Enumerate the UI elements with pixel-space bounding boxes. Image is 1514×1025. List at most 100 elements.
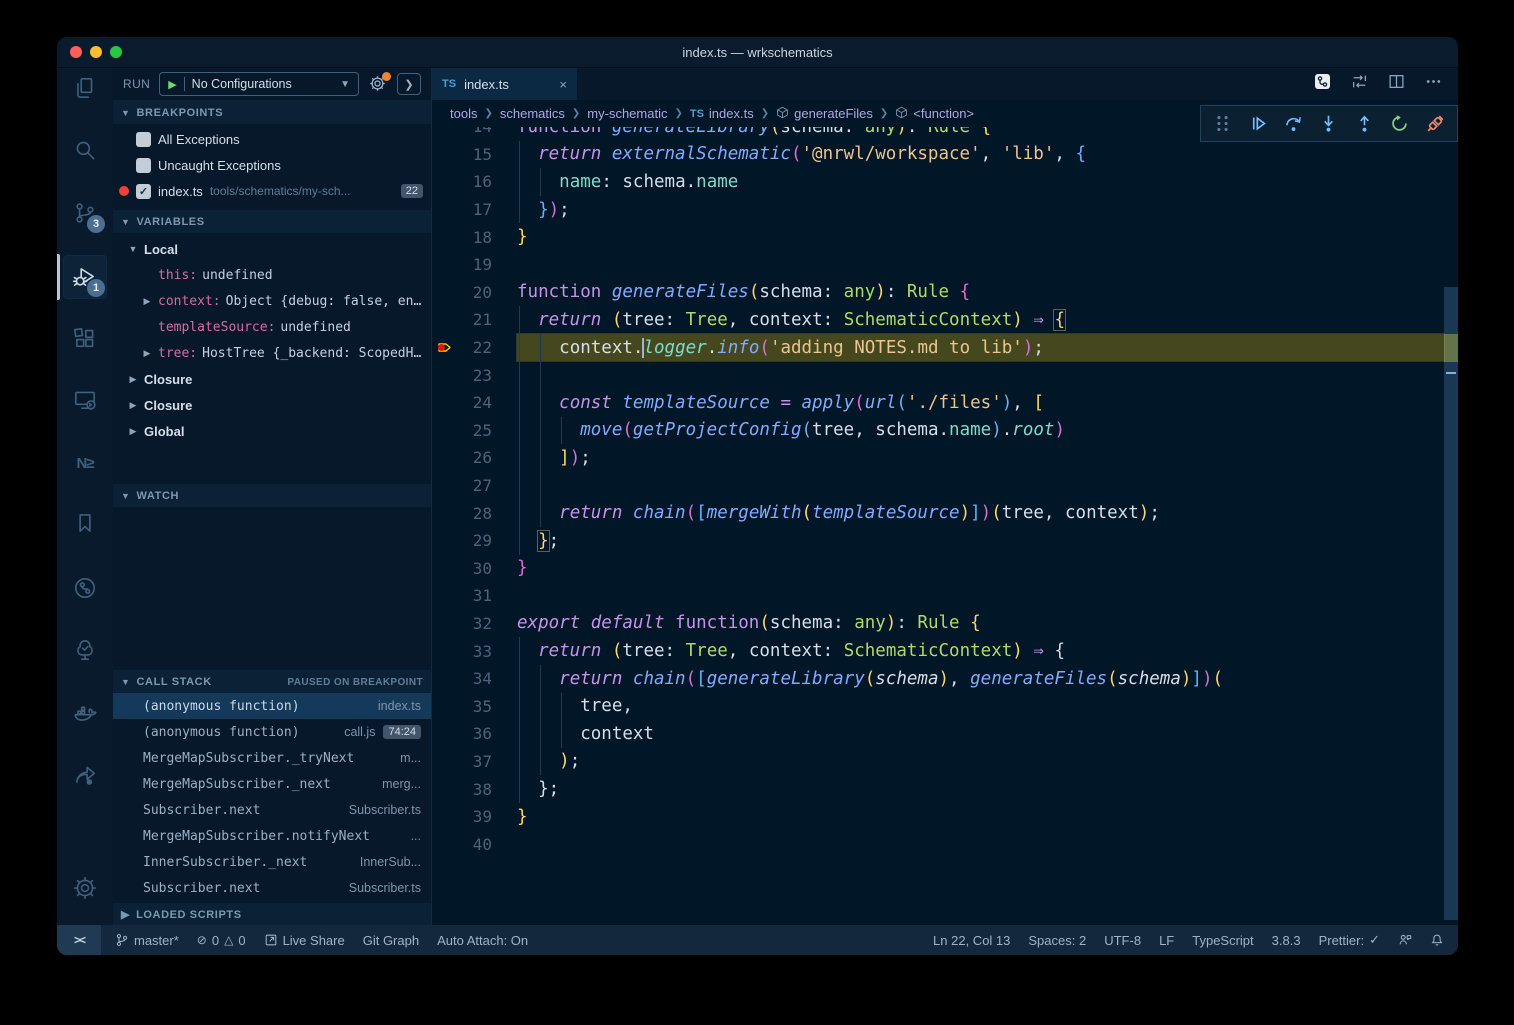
code-line[interactable]: 28 return chain([mergeWith(templateSourc… xyxy=(432,499,1458,527)
watch-section-header[interactable]: ▼ WATCH xyxy=(113,484,431,507)
code-line[interactable]: 31 xyxy=(432,582,1458,610)
code-line[interactable]: 37 ); xyxy=(432,748,1458,776)
code-line[interactable]: 21 return (tree: Tree, context: Schemati… xyxy=(432,306,1458,334)
drag-handle-button[interactable] xyxy=(1209,110,1237,138)
twisty-icon[interactable]: ▶ xyxy=(127,400,139,411)
loaded-scripts-section-header[interactable]: ▶ LOADED SCRIPTS xyxy=(113,903,431,925)
call-stack-frame[interactable]: MergeMapSubscriber.notifyNext... xyxy=(113,823,431,849)
code-line[interactable]: 26 ]); xyxy=(432,444,1458,472)
step-out-button[interactable] xyxy=(1350,110,1378,138)
breadcrumb-item--function-[interactable]: <function> xyxy=(895,106,974,122)
breadcrumb-item-index-ts[interactable]: TSindex.ts xyxy=(690,106,754,121)
split-editor-button[interactable] xyxy=(1388,73,1405,95)
gutter[interactable]: 25 xyxy=(432,417,494,445)
tab-index-ts[interactable]: TS index.ts × xyxy=(432,68,577,100)
gutter[interactable]: 36 xyxy=(432,720,494,748)
more-actions-button[interactable] xyxy=(1425,73,1442,95)
call-stack-frame[interactable]: Subscriber.nextSubscriber.ts xyxy=(113,797,431,823)
compare-changes-button[interactable] xyxy=(1351,73,1368,95)
gutter[interactable]: 37 xyxy=(432,748,494,776)
activity-item-deploy[interactable] xyxy=(63,753,107,797)
breakpoint-checkbox[interactable] xyxy=(136,158,151,173)
breadcrumb-item-tools[interactable]: tools xyxy=(450,106,477,121)
indentation-status[interactable]: Spaces: 2 xyxy=(1028,933,1086,948)
call-stack-frame[interactable]: InnerSubscriber._nextInnerSub... xyxy=(113,849,431,875)
breakpoint-checkbox[interactable] xyxy=(136,132,151,147)
feedback-button[interactable] xyxy=(1398,933,1412,947)
code-line[interactable]: 39} xyxy=(432,803,1458,831)
code-line[interactable]: 18} xyxy=(432,223,1458,251)
code-line[interactable]: 38 }; xyxy=(432,775,1458,803)
prettier-status[interactable]: Prettier: ✓ xyxy=(1319,932,1380,948)
continue-button[interactable] xyxy=(1244,110,1272,138)
launch-config-dropdown[interactable]: ▶ No Configurations ▼ xyxy=(159,72,359,96)
variable-row[interactable]: this: undefined xyxy=(113,262,431,288)
close-window-button[interactable] xyxy=(70,46,82,58)
code-line-current[interactable]: 22 context.logger.info('adding NOTES.md … xyxy=(432,334,1458,362)
cursor-position-status[interactable]: Ln 22, Col 13 xyxy=(933,933,1010,948)
variable-scope-row[interactable]: ▶Closure xyxy=(113,366,431,392)
editor-scrollbar[interactable] xyxy=(1444,127,1458,925)
step-over-button[interactable] xyxy=(1280,110,1308,138)
language-mode-status[interactable]: TypeScript xyxy=(1192,933,1253,948)
gutter[interactable]: 35 xyxy=(432,692,494,720)
start-debug-icon[interactable]: ▶ xyxy=(168,78,176,91)
code-line[interactable]: 25 move(getProjectConfig(tree, schema.na… xyxy=(432,417,1458,445)
activity-item-extensions[interactable] xyxy=(63,317,107,361)
activity-item-explorer[interactable] xyxy=(63,66,107,110)
gutter[interactable]: 15 xyxy=(432,141,494,169)
maximize-window-button[interactable] xyxy=(110,46,122,58)
call-stack-frame[interactable]: (anonymous function)index.ts xyxy=(113,693,431,719)
remote-indicator[interactable]: >< xyxy=(57,925,101,955)
code-area[interactable]: 14function generateLibrary(schema: any):… xyxy=(432,127,1458,925)
breakpoint-checkbox[interactable]: ✓ xyxy=(136,184,151,199)
activity-item-remote-explorer[interactable] xyxy=(63,378,107,422)
activity-item-tests[interactable] xyxy=(63,628,107,672)
breakpoint-row[interactable]: ✓index.tstools/schematics/my-sch...22 xyxy=(113,178,431,204)
code-line[interactable]: 17 }); xyxy=(432,196,1458,224)
variable-scope-row[interactable]: ▶Closure xyxy=(113,392,431,418)
breakpoint-row[interactable]: Uncaught Exceptions xyxy=(113,152,431,178)
gutter[interactable]: 23 xyxy=(432,361,494,389)
git-branch-status[interactable]: master* xyxy=(115,933,179,948)
gutter[interactable]: 34 xyxy=(432,665,494,693)
breadcrumb-item-generatefiles[interactable]: generateFiles xyxy=(776,106,873,122)
gutter[interactable]: 18 xyxy=(432,223,494,251)
code-line[interactable]: 27 xyxy=(432,472,1458,500)
gutter[interactable]: 28 xyxy=(432,499,494,527)
breadcrumb-item-schematics[interactable]: schematics xyxy=(500,106,565,121)
code-line[interactable]: 16 name: schema.name xyxy=(432,168,1458,196)
twisty-icon[interactable]: ▶ xyxy=(127,426,139,437)
call-stack-section-header[interactable]: ▼ CALL STACK PAUSED ON BREAKPOINT xyxy=(113,670,431,693)
breadcrumb-item-my-schematic[interactable]: my-schematic xyxy=(587,106,667,121)
code-line[interactable]: 40 xyxy=(432,830,1458,858)
disconnect-button[interactable] xyxy=(1421,110,1449,138)
minimize-window-button[interactable] xyxy=(90,46,102,58)
twisty-icon[interactable]: ▶ xyxy=(141,348,153,359)
variable-row[interactable]: ▶tree: HostTree {_backend: ScopedH… xyxy=(113,340,431,366)
gutter[interactable]: 32 xyxy=(432,610,494,638)
live-share-status[interactable]: Live Share xyxy=(264,933,345,948)
gutter[interactable]: 24 xyxy=(432,389,494,417)
close-tab-icon[interactable]: × xyxy=(559,77,567,92)
activity-item-nx-console[interactable]: N≥ xyxy=(63,441,107,485)
code-line[interactable]: 35 tree, xyxy=(432,692,1458,720)
step-into-button[interactable] xyxy=(1315,110,1343,138)
scrollbar-thumb[interactable] xyxy=(1444,287,1458,920)
gutter[interactable]: 21 xyxy=(432,306,494,334)
call-stack-frame[interactable]: Subscriber.nextSubscriber.ts xyxy=(113,875,431,901)
activity-item-git-graph[interactable] xyxy=(63,566,107,610)
variable-scope-row[interactable]: ▼Local xyxy=(113,236,431,262)
gutter[interactable]: 22 xyxy=(432,334,494,362)
variable-row[interactable]: ▶context: Object {debug: false, en… xyxy=(113,288,431,314)
call-stack-frame[interactable]: MergeMapSubscriber._nextmerg... xyxy=(113,771,431,797)
gutter[interactable]: 40 xyxy=(432,830,494,858)
activity-item-bookmarks[interactable] xyxy=(63,501,107,545)
twisty-icon[interactable]: ▶ xyxy=(141,296,153,307)
code-line[interactable]: 32export default function(schema: any): … xyxy=(432,610,1458,638)
breakpoint-row[interactable]: All Exceptions xyxy=(113,126,431,152)
ts-version-status[interactable]: 3.8.3 xyxy=(1272,933,1301,948)
activity-item-settings-gear[interactable] xyxy=(63,866,107,910)
problems-status[interactable]: ⊘ 0 △ 0 xyxy=(197,933,246,948)
code-line[interactable]: 29 }; xyxy=(432,527,1458,555)
